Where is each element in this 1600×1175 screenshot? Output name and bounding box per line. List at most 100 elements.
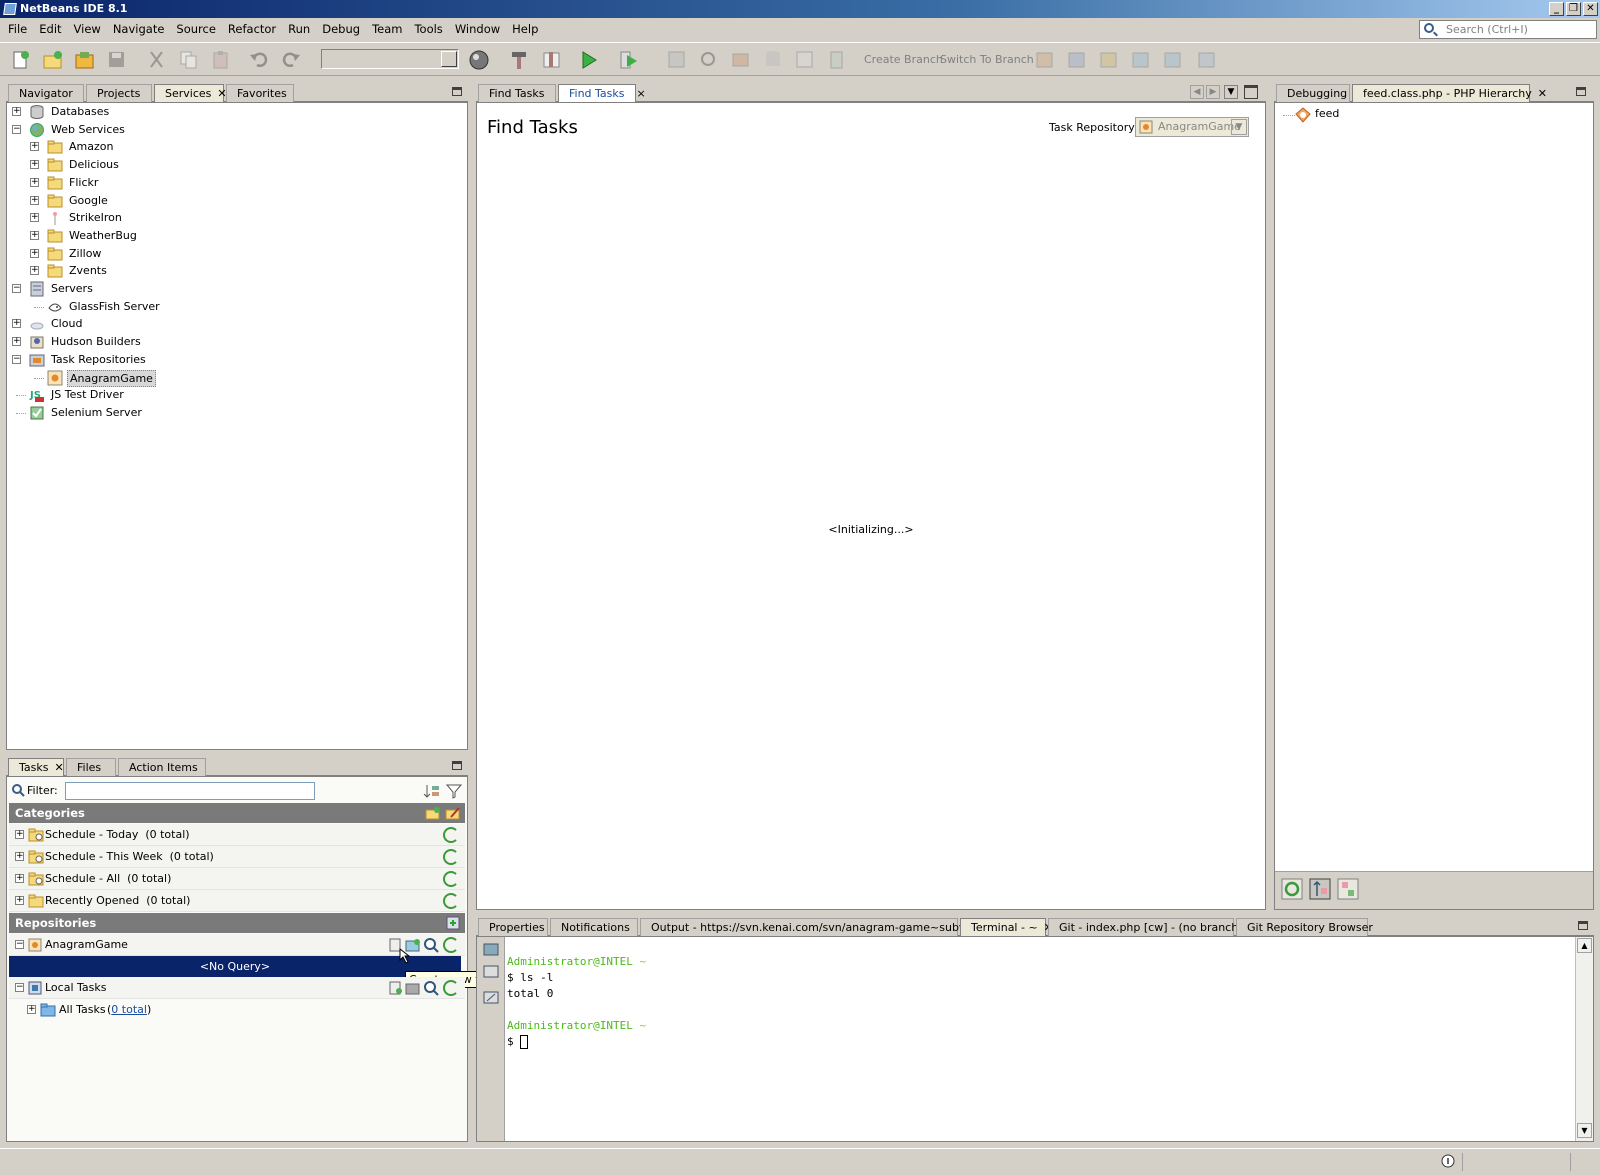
tab-properties[interactable]: Properties — [478, 918, 548, 936]
refresh-icon[interactable] — [443, 871, 459, 887]
subtype-hierarchy-icon[interactable] — [1337, 878, 1359, 900]
create-branch-button[interactable]: Create Branch — [864, 53, 943, 66]
git-reset-icon[interactable] — [1196, 49, 1218, 71]
close-icon[interactable]: ✕ — [1538, 87, 1547, 100]
new-terminal-icon[interactable] — [482, 963, 500, 981]
expand-icon[interactable]: + — [15, 874, 24, 883]
add-repository-icon[interactable] — [445, 915, 461, 931]
scroll-down-icon[interactable]: ▼ — [1577, 1123, 1592, 1138]
menu-source[interactable]: Source — [170, 19, 222, 39]
supertype-hierarchy-icon[interactable] — [1309, 878, 1331, 900]
edit-category-icon[interactable] — [445, 805, 461, 821]
tab-git-repository-browser[interactable]: Git Repository Browser — [1236, 918, 1373, 936]
minimize-panel-icon[interactable] — [1576, 87, 1586, 96]
scroll-tabs-left-icon[interactable]: ◀ — [1190, 85, 1204, 99]
git-pull-icon[interactable] — [1066, 49, 1088, 71]
close-icon[interactable]: × — [637, 87, 646, 100]
minimize-panel-icon[interactable] — [452, 761, 462, 770]
ssh-terminal-icon[interactable] — [482, 989, 500, 1007]
refresh-icon[interactable] — [443, 893, 459, 909]
new-file-icon[interactable] — [10, 49, 32, 71]
tree-node-servers[interactable]: − Servers — [7, 280, 467, 298]
refresh-icon[interactable] — [443, 937, 459, 953]
no-query-row[interactable]: <No Query> — [9, 956, 461, 977]
menu-file[interactable]: File — [2, 19, 33, 39]
hierarchy-node-feed[interactable]: feed — [1315, 107, 1339, 120]
tree-node-zillow[interactable]: + Zillow — [7, 245, 467, 263]
git-fetch-icon[interactable] — [1034, 49, 1056, 71]
refresh-icon[interactable] — [443, 827, 459, 843]
new-project-icon[interactable] — [42, 49, 64, 71]
tree-node-amazon[interactable]: + Amazon — [7, 138, 467, 156]
collapse-icon[interactable]: − — [15, 983, 24, 992]
task-repository-combo[interactable]: AnagramGame ▼ — [1135, 117, 1249, 137]
git-merge-icon[interactable] — [1130, 49, 1152, 71]
undo-icon[interactable] — [248, 49, 270, 71]
sort-icon[interactable] — [423, 782, 441, 800]
filter-input[interactable] — [65, 782, 315, 800]
new-category-icon[interactable] — [425, 805, 441, 821]
tab-find-tasks-2[interactable]: Find Tasks × — [558, 84, 646, 102]
save-all-icon[interactable] — [106, 49, 128, 71]
copy-icon[interactable] — [178, 49, 200, 71]
repository-row-local-tasks[interactable]: − Local Tasks — [9, 977, 465, 999]
menu-refactor[interactable]: Refactor — [222, 19, 282, 39]
find-task-icon[interactable] — [423, 980, 439, 996]
new-task-icon[interactable] — [387, 980, 403, 996]
close-window-button[interactable]: ✕ — [1583, 2, 1598, 16]
scroll-tabs-right-icon[interactable]: ▶ — [1206, 85, 1220, 99]
scroll-up-icon[interactable]: ▲ — [1577, 938, 1592, 953]
refresh-hierarchy-icon[interactable] — [1281, 878, 1303, 900]
tab-tasks[interactable]: Tasks ✕ — [8, 758, 64, 776]
tree-node-strikeiron[interactable]: + StrikeIron — [7, 209, 467, 227]
tab-projects[interactable]: Projects — [86, 84, 152, 102]
menu-tools[interactable]: Tools — [408, 19, 448, 39]
expand-icon[interactable]: + — [12, 337, 21, 347]
tree-node-databases[interactable]: + Databases — [7, 103, 467, 121]
tab-git-index[interactable]: Git - index.php [cw] - (no branch) — [1048, 918, 1243, 936]
terminal-icon[interactable] — [482, 941, 500, 959]
expand-icon[interactable]: + — [30, 230, 39, 240]
expand-icon[interactable]: + — [30, 177, 39, 187]
category-row[interactable]: + Recently Opened (0 total) — [9, 890, 465, 912]
debug-icon[interactable] — [618, 49, 640, 71]
all-tasks-count-link[interactable]: (0 total) — [107, 999, 151, 1021]
tree-node-glassfish-server[interactable]: GlassFish Server — [7, 298, 467, 316]
tree-node-task-repositories[interactable]: − Task Repositories — [7, 351, 467, 369]
tab-files[interactable]: Files — [66, 758, 116, 776]
new-query-icon[interactable] — [405, 980, 421, 996]
expand-icon[interactable]: + — [30, 266, 39, 276]
menu-run[interactable]: Run — [282, 19, 316, 39]
tab-find-tasks-1[interactable]: Find Tasks× — [478, 84, 568, 102]
menu-debug[interactable]: Debug — [316, 19, 366, 39]
tree-node-weatherbug[interactable]: + WeatherBug — [7, 227, 467, 245]
minimize-panel-icon[interactable] — [452, 87, 462, 96]
category-row[interactable]: + Schedule - All (0 total) — [9, 868, 465, 890]
tree-node-delicious[interactable]: + Delicious — [7, 156, 467, 174]
expand-icon[interactable]: + — [12, 107, 21, 116]
tree-node-zvents[interactable]: + Zvents — [7, 262, 467, 280]
tab-list-dropdown-icon[interactable]: ▼ — [1224, 85, 1238, 99]
category-row[interactable]: + Schedule - This Week (0 total) — [9, 846, 465, 868]
tree-node-cloud[interactable]: + Cloud — [7, 315, 467, 333]
commit-icon[interactable] — [730, 49, 752, 71]
maximize-editor-icon[interactable] — [1244, 85, 1258, 99]
redo-icon[interactable] — [280, 49, 302, 71]
category-row[interactable]: + Schedule - Today (0 total) — [9, 824, 465, 846]
minimize-panel-icon[interactable] — [1578, 921, 1588, 930]
tab-favorites[interactable]: Favorites — [226, 84, 294, 102]
filter-funnel-icon[interactable] — [445, 782, 463, 800]
close-icon[interactable]: ✕ — [54, 761, 63, 774]
tab-php-hierarchy[interactable]: feed.class.php - PHP Hierarchy ✕ — [1352, 84, 1547, 102]
notification-bubble-icon[interactable] — [1440, 1154, 1456, 1170]
git-push-icon[interactable] — [1098, 49, 1120, 71]
find-task-icon[interactable] — [423, 937, 439, 953]
expand-icon[interactable]: + — [30, 248, 39, 258]
collapse-icon[interactable]: − — [12, 284, 21, 293]
tree-node-selenium-server[interactable]: Selenium Server — [7, 404, 467, 422]
tab-action-items[interactable]: Action Items — [118, 758, 206, 776]
refresh-icon[interactable] — [443, 980, 459, 996]
tree-node-web-services[interactable]: − Web Services — [7, 121, 467, 139]
tree-node-anagramgame[interactable]: AnagramGame — [7, 369, 467, 387]
expand-icon[interactable]: + — [15, 896, 24, 905]
